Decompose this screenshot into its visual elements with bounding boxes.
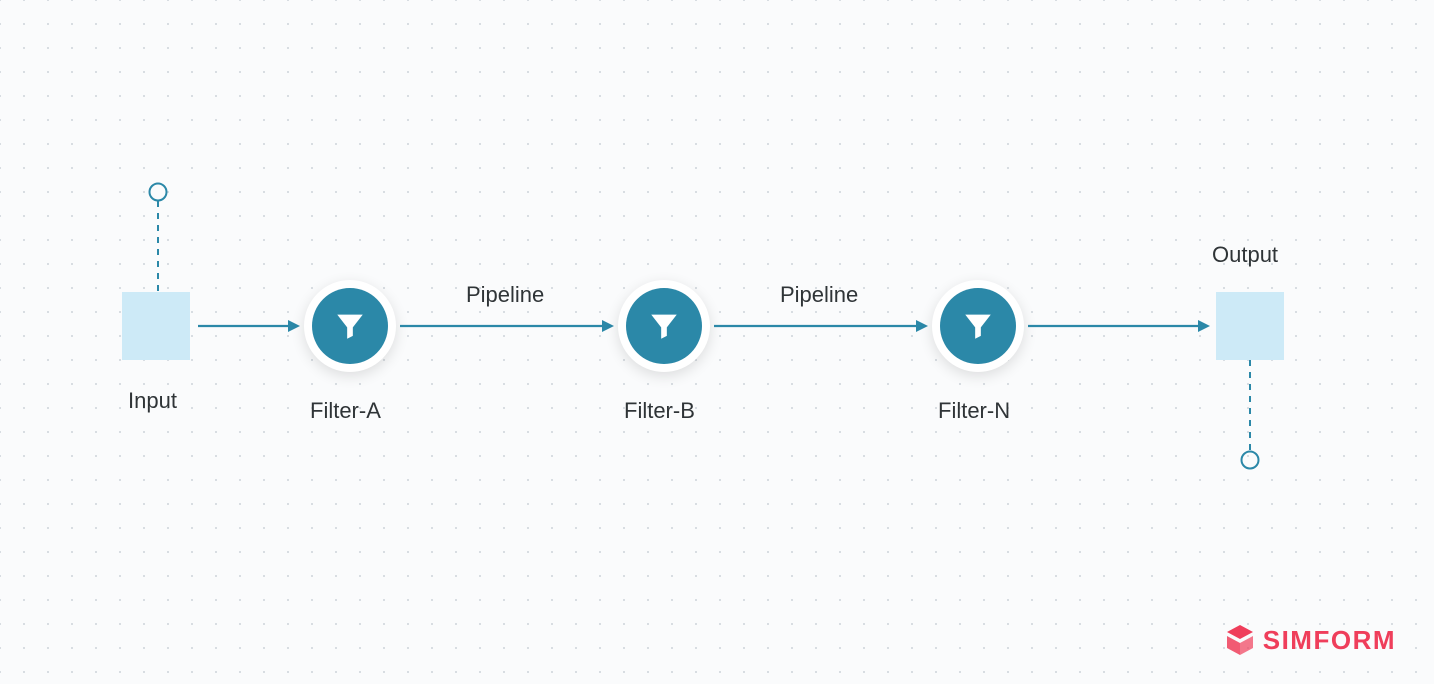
filter-icon — [940, 288, 1016, 364]
output-box — [1216, 292, 1284, 360]
filter-b-node — [618, 280, 710, 372]
filter-a-node — [304, 280, 396, 372]
simform-logo: SIMFORM — [1225, 624, 1396, 656]
simform-logo-text: SIMFORM — [1263, 625, 1396, 656]
filter-n-node — [932, 280, 1024, 372]
arrow-input-to-filter-a — [196, 316, 300, 336]
input-port-connector — [148, 182, 168, 294]
arrow-filter-b-to-n — [712, 316, 928, 336]
filter-a-label: Filter-A — [310, 398, 381, 424]
pipeline-label-2: Pipeline — [780, 282, 858, 308]
input-box — [122, 292, 190, 360]
diagram-canvas: Input Filter-A Pipeline Filter-B Pipelin… — [0, 0, 1434, 684]
output-label: Output — [1212, 242, 1278, 268]
simform-logo-icon — [1225, 624, 1255, 656]
filter-n-label: Filter-N — [938, 398, 1010, 424]
arrow-filter-a-to-b — [398, 316, 614, 336]
filter-b-label: Filter-B — [624, 398, 695, 424]
filter-icon — [312, 288, 388, 364]
filter-icon — [626, 288, 702, 364]
output-port-connector — [1240, 360, 1260, 472]
input-label: Input — [128, 388, 177, 414]
pipeline-label-1: Pipeline — [466, 282, 544, 308]
arrow-filter-n-to-output — [1026, 316, 1210, 336]
